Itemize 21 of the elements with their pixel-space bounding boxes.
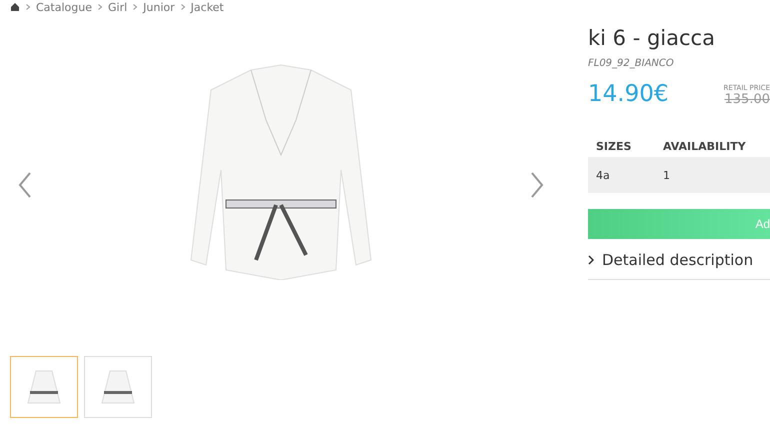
breadcrumb-link[interactable]: Catalogue <box>36 0 92 14</box>
table-cell-text: 4a <box>596 168 611 182</box>
chevron-icon <box>133 4 138 10</box>
chevron-icon <box>180 4 185 10</box>
breadcrumb-link[interactable]: Jacket <box>190 0 224 14</box>
chevron-icon <box>26 4 30 10</box>
price: 14.90€ <box>588 81 668 107</box>
chevron-icon <box>98 4 102 10</box>
column-header: AVAILABILITY <box>663 140 746 152</box>
thumbnail[interactable] <box>84 356 152 418</box>
table-cell: 1 <box>663 168 670 182</box>
thumbnail[interactable] <box>10 356 78 418</box>
breadcrumb-link[interactable]: Junior <box>143 0 175 14</box>
detailed-description-toggle[interactable]: Detailed description <box>588 251 770 280</box>
chevron-icon <box>588 255 594 265</box>
breadcrumb-link[interactable]: Girl <box>108 0 128 14</box>
retail-price: 135.00 <box>724 92 770 107</box>
column-header: SIZES <box>596 140 632 152</box>
home-icon[interactable] <box>10 3 20 11</box>
product-code: FL09_92_BIANCO <box>588 58 675 69</box>
product-title: ki 6 - giacca <box>588 26 716 50</box>
